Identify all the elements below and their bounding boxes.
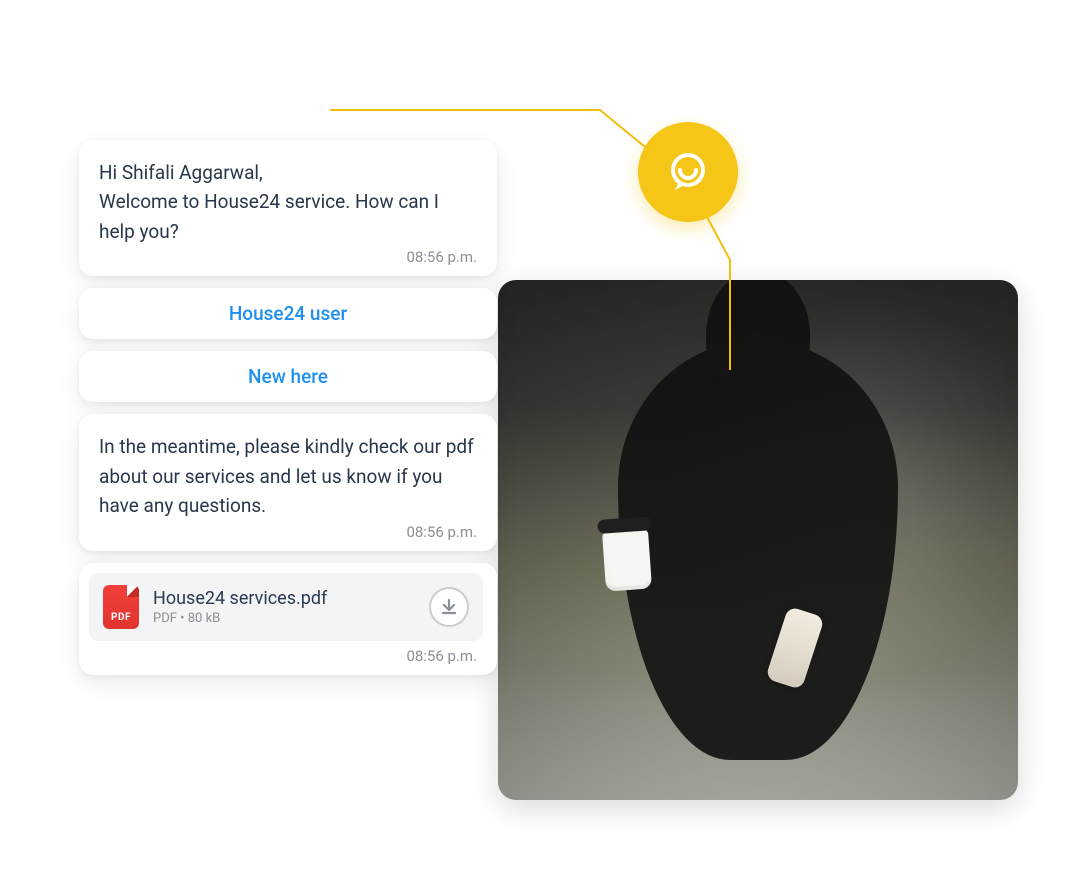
chat-message-time: 08:56 p.m. xyxy=(99,248,477,266)
attachment-filename: House24 services.pdf xyxy=(153,588,415,609)
coffee-cup xyxy=(602,528,652,591)
hero-photo xyxy=(498,280,1018,800)
stage: Hi Shifali Aggarwal, Welcome to House24 … xyxy=(0,0,1068,874)
chat-message-text: In the meantime, please kindly check our… xyxy=(99,432,477,520)
person-silhouette xyxy=(618,340,898,760)
chat-message: In the meantime, please kindly check our… xyxy=(79,414,497,550)
attachment-meta: House24 services.pdf PDF • 80 kB xyxy=(153,588,415,626)
chat-bubble-smile-icon xyxy=(664,148,712,196)
attachment-subtext: PDF • 80 kB xyxy=(153,611,415,626)
chat-badge xyxy=(638,122,738,222)
download-icon xyxy=(440,598,458,616)
chat-message-text: Hi Shifali Aggarwal, Welcome to House24 … xyxy=(99,158,477,246)
pdf-icon: PDF xyxy=(103,585,139,629)
chat-message: Hi Shifali Aggarwal, Welcome to House24 … xyxy=(79,140,497,276)
attachment-card: PDF House24 services.pdf PDF • 80 kB 08:… xyxy=(79,563,497,675)
quick-reply-house24-user[interactable]: House24 user xyxy=(79,288,497,339)
chat-column: Hi Shifali Aggarwal, Welcome to House24 … xyxy=(79,140,497,675)
chat-message-time: 08:56 p.m. xyxy=(99,523,477,541)
attachment-row[interactable]: PDF House24 services.pdf PDF • 80 kB xyxy=(89,573,483,641)
phone xyxy=(765,606,825,690)
quick-reply-new-here[interactable]: New here xyxy=(79,351,497,402)
attachment-time: 08:56 p.m. xyxy=(89,647,483,665)
download-button[interactable] xyxy=(429,587,469,627)
